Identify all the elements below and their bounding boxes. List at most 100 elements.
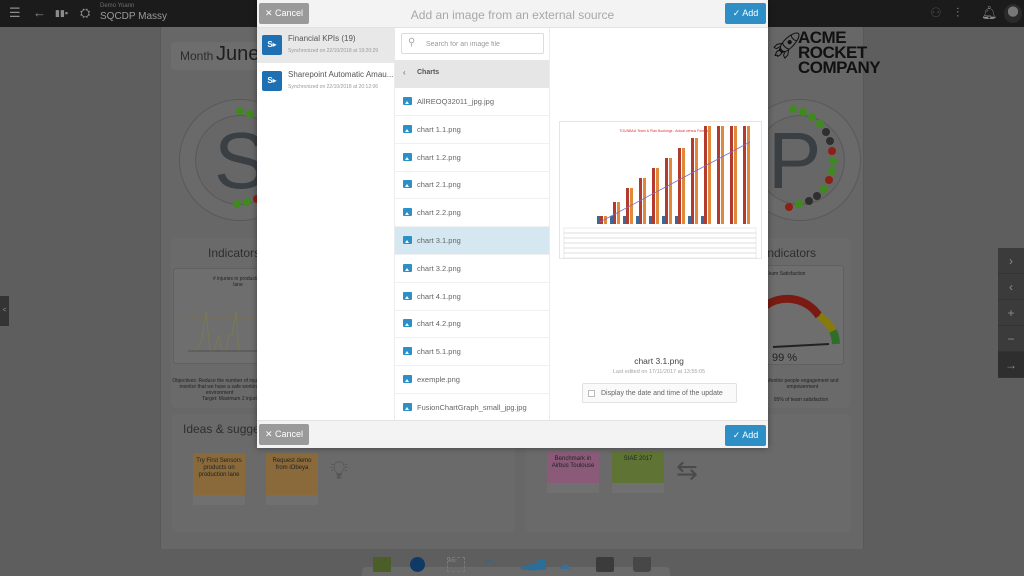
- source-name: Financial KPIs (19): [288, 34, 356, 43]
- day-dot[interactable]: [813, 192, 821, 200]
- preview-image: TOUNBAU Team & Plan Bookings : Actual ve…: [559, 121, 762, 259]
- day-dot[interactable]: [799, 108, 807, 116]
- footer-add-button[interactable]: ✓ Add: [725, 425, 766, 446]
- team-satisfaction-gauge[interactable]: [762, 265, 844, 365]
- text-tool-icon[interactable]: Abc: [447, 557, 465, 572]
- file-item[interactable]: chart 2.2.png: [395, 199, 549, 228]
- room-title[interactable]: SQCDP Massy: [100, 11, 167, 22]
- thumb-table-row: [563, 242, 757, 249]
- display-date-checkbox[interactable]: [588, 390, 595, 397]
- thumb-table-row: [563, 227, 757, 234]
- notifications-icon[interactable]: 🔔︎: [981, 5, 998, 21]
- back-icon[interactable]: ←: [33, 5, 46, 20]
- file-item[interactable]: chart 4.2.png: [395, 310, 549, 339]
- chevron-left-icon[interactable]: ‹: [403, 68, 406, 77]
- thumb-bar: [656, 168, 659, 224]
- day-dot[interactable]: [789, 105, 797, 113]
- file-item[interactable]: chart 4.1.png: [395, 283, 549, 311]
- thumb-bar: [649, 216, 652, 224]
- search-input[interactable]: [426, 38, 538, 50]
- zoom-in-icon[interactable]: +: [998, 300, 1024, 326]
- file-item[interactable]: chart 1.1.png: [395, 116, 549, 144]
- check-icon: ✓: [732, 8, 743, 18]
- image-file-icon: [403, 263, 412, 272]
- footer-cancel-button[interactable]: ✕ Cancel: [259, 424, 309, 445]
- month-label: Month: [180, 49, 214, 63]
- sticky-footer: [612, 483, 664, 493]
- lightbulb-icon: 💡︎: [330, 455, 349, 485]
- day-dot[interactable]: [808, 113, 816, 121]
- source-name: Sharepoint Automatic Amau...: [288, 70, 394, 79]
- gauge-needle: [772, 343, 830, 348]
- gauge-tool-icon[interactable]: ◠: [484, 557, 502, 572]
- thumb-bar: [597, 216, 600, 224]
- trash-tool-icon[interactable]: [633, 557, 651, 572]
- file-item[interactable]: chart 1.2.png: [395, 144, 549, 172]
- day-dot[interactable]: [828, 167, 836, 175]
- people-icon[interactable]: ⚇: [930, 5, 942, 21]
- sticky-note[interactable]: Try First Sensors products on production…: [193, 453, 245, 495]
- board-switch-icon[interactable]: ▮▮▪: [55, 8, 68, 19]
- file-item[interactable]: chart 5.1.png: [395, 338, 549, 367]
- file-item[interactable]: chart 3.1.png: [395, 227, 549, 255]
- month-value[interactable]: June: [216, 43, 259, 66]
- day-dot[interactable]: [829, 157, 837, 165]
- source-item-sharepoint-automatic[interactable]: S▸ Sharepoint Automatic Amau... Synchron…: [257, 64, 395, 99]
- avatar[interactable]: [1004, 4, 1022, 23]
- day-dot[interactable]: [233, 200, 241, 208]
- circle-tool-icon[interactable]: [410, 557, 425, 572]
- day-dot[interactable]: [825, 176, 833, 184]
- file-item[interactable]: chart 3.2.png: [395, 255, 549, 283]
- day-dot[interactable]: [795, 200, 803, 208]
- day-dot[interactable]: [828, 147, 836, 155]
- day-dot[interactable]: [243, 198, 251, 206]
- display-date-option[interactable]: Display the date and time of the update: [582, 383, 737, 403]
- team-icon: ⛭: [80, 5, 91, 20]
- source-item-financial-kpis[interactable]: S▸ Financial KPIs (19) Synchronized on 2…: [257, 28, 395, 63]
- left-panel-handle[interactable]: <: [0, 296, 9, 326]
- thumb-bar: [743, 126, 746, 224]
- thumb-bar: [675, 216, 678, 224]
- thumb-bar: [695, 138, 698, 224]
- zoom-out-icon[interactable]: −: [998, 326, 1024, 352]
- file-item[interactable]: chart 2.1.png: [395, 171, 549, 200]
- day-dot[interactable]: [785, 203, 793, 211]
- settings-sliders-icon[interactable]: ⫶: [956, 5, 959, 21]
- folder-name: Charts: [417, 69, 440, 76]
- add-button[interactable]: ✓ Add: [725, 3, 766, 24]
- chevron-left-icon[interactable]: ‹: [998, 274, 1024, 300]
- image-file-icon: [403, 319, 412, 328]
- day-dot[interactable]: [822, 128, 830, 136]
- file-item[interactable]: FusionChartGraph_small_jpg.jpg: [395, 394, 549, 420]
- day-dot[interactable]: [816, 120, 824, 128]
- folder-back-row[interactable]: ‹ Charts: [395, 60, 549, 88]
- day-dot[interactable]: [246, 110, 254, 118]
- bottom-dock: [362, 567, 670, 576]
- file-name: chart 3.1.png: [417, 236, 461, 245]
- thumb-bar: [708, 126, 711, 224]
- sticky-note[interactable]: Request demo from iObeya: [266, 453, 318, 495]
- day-dot[interactable]: [820, 185, 828, 193]
- thumb-bar: [691, 138, 694, 224]
- file-name: chart 3.2.png: [417, 263, 461, 273]
- day-dot[interactable]: [236, 107, 244, 115]
- image-file-icon: [403, 375, 412, 383]
- chevron-right-icon[interactable]: ›: [998, 248, 1024, 274]
- day-dot[interactable]: [805, 197, 813, 205]
- file-item[interactable]: AllREOQ32011_jpg.jpg: [395, 88, 549, 116]
- day-dot[interactable]: [826, 137, 834, 145]
- thumb-bar: [643, 178, 646, 224]
- chart-tool-icon[interactable]: ▂▄▆: [521, 557, 546, 572]
- cloud-image-tool-icon[interactable]: ☁: [558, 557, 576, 572]
- file-name: chart 1.1.png: [417, 124, 461, 134]
- search-box[interactable]: ⚲: [401, 33, 544, 54]
- file-name: FusionChartGraph_small_jpg.jpg: [417, 402, 527, 412]
- preview-file-name: chart 3.1.png: [634, 356, 684, 366]
- thumb-bar: [704, 126, 707, 224]
- sticky-note-tool-icon[interactable]: [373, 557, 391, 572]
- archive-tool-icon[interactable]: [596, 557, 614, 572]
- injuries-series: [188, 310, 240, 352]
- menu-icon[interactable]: ☰: [9, 5, 21, 21]
- file-item[interactable]: exemple.png: [395, 366, 549, 394]
- arrow-right-icon[interactable]: →: [998, 352, 1024, 378]
